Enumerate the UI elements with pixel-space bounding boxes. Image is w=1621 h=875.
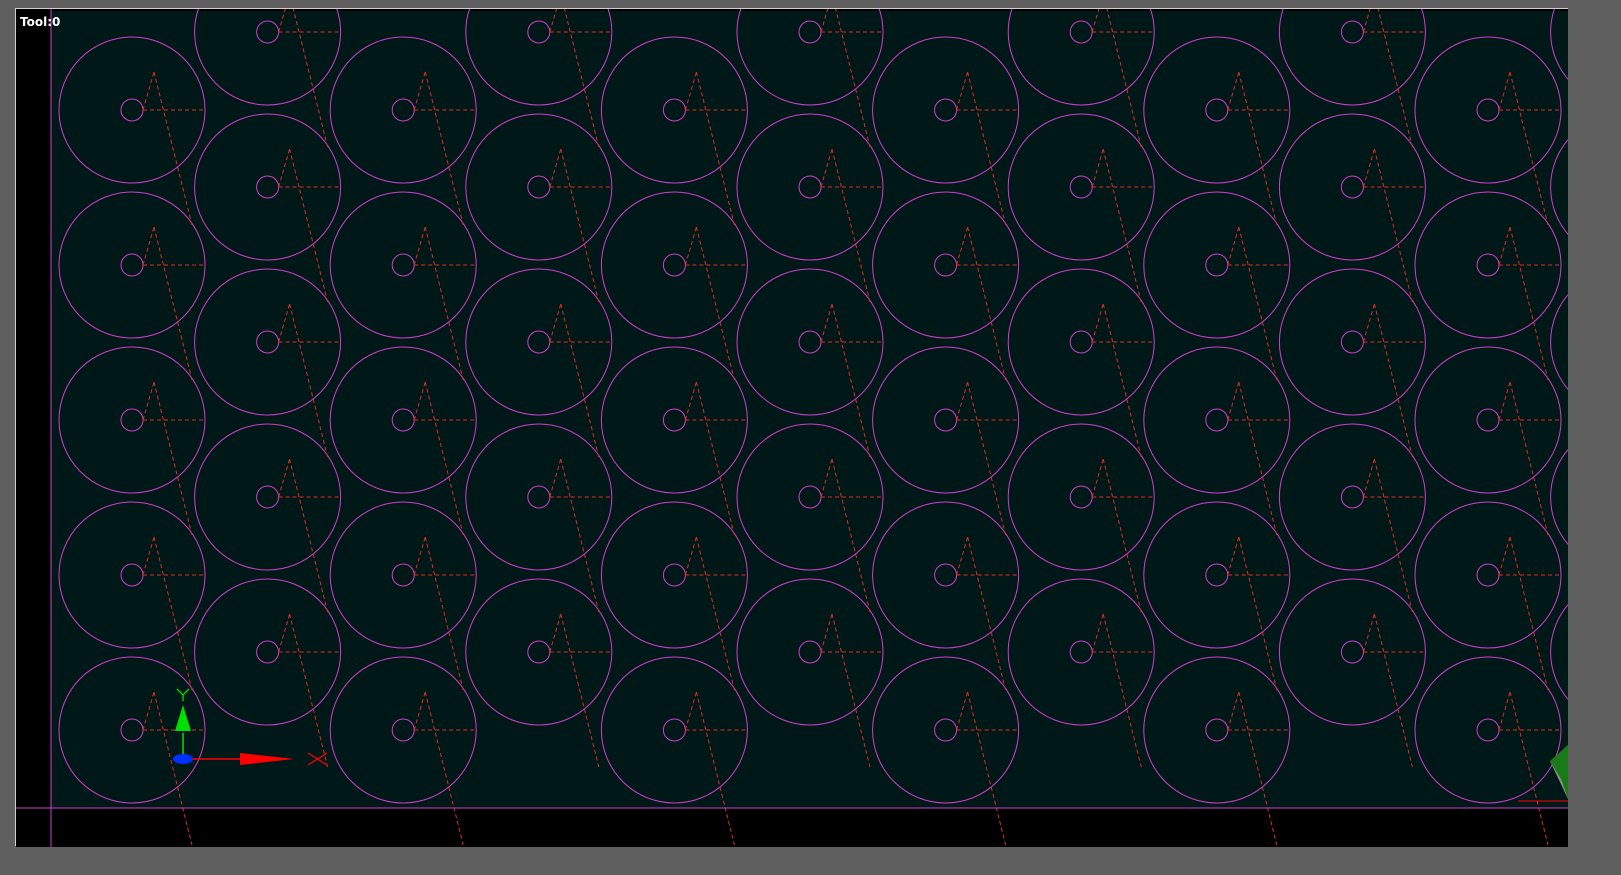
origin-marker <box>173 754 193 764</box>
toolpath-canvas[interactable] <box>16 9 1569 847</box>
tool-indicator: Tool:0 <box>20 15 61 29</box>
work-area <box>51 11 1569 808</box>
window-edge <box>1568 0 1621 875</box>
cam-viewport[interactable]: Tool:0 <box>15 8 1569 847</box>
